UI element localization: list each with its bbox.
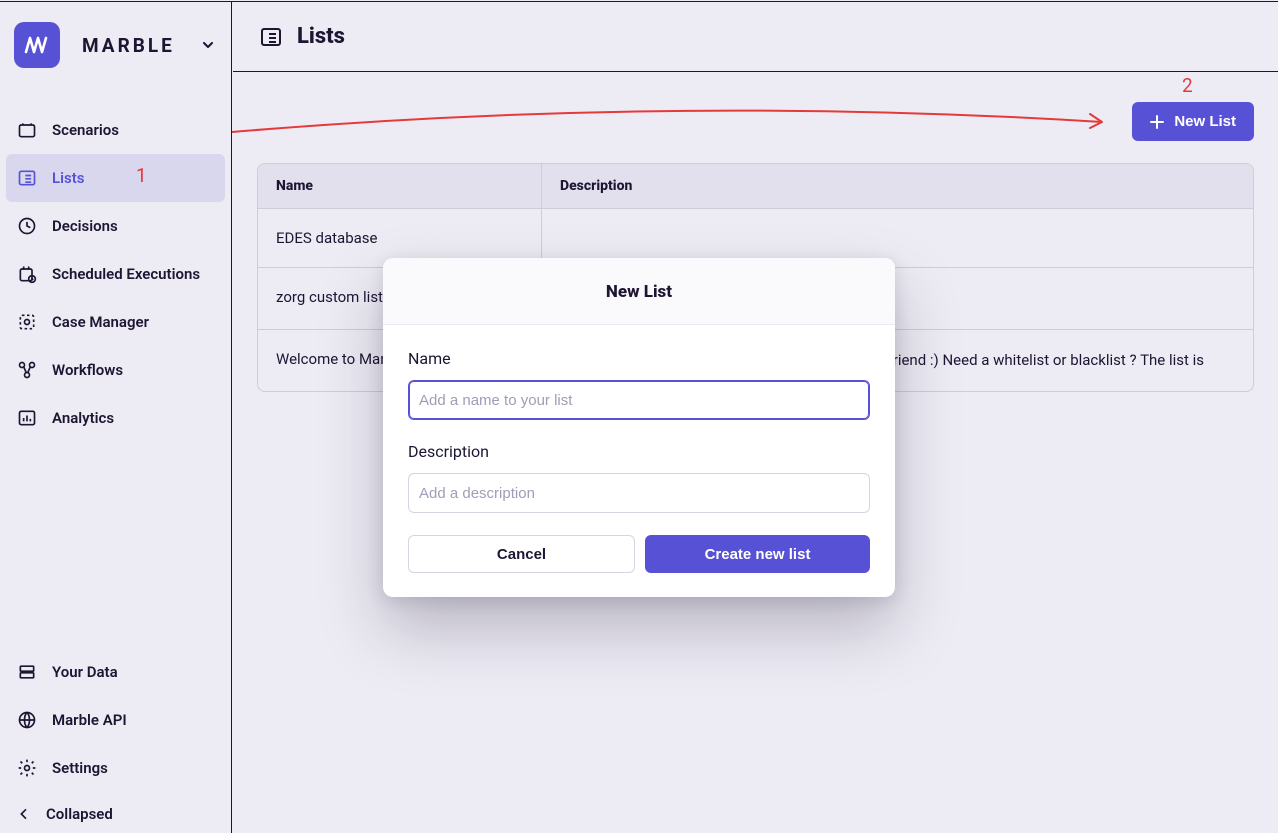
- chevron-left-icon: [16, 806, 32, 822]
- brand-block[interactable]: MARBLE: [0, 2, 231, 88]
- table-header-name: Name: [258, 164, 542, 208]
- sidebar-item-label: Lists: [52, 169, 84, 187]
- scenarios-icon: [16, 119, 38, 141]
- new-list-modal: New List Name Description Cancel Create …: [383, 258, 895, 597]
- sidebar-item-label: Scheduled Executions: [52, 265, 200, 283]
- workflows-icon: [16, 359, 38, 381]
- sidebar-item-settings[interactable]: Settings: [0, 744, 231, 792]
- sidebar-item-marble-api[interactable]: Marble API: [0, 696, 231, 744]
- brand-caret-icon[interactable]: [203, 42, 213, 49]
- name-label: Name: [408, 349, 870, 368]
- create-button-label: Create new list: [705, 546, 811, 563]
- description-label: Description: [408, 442, 870, 461]
- marble-api-icon: [16, 709, 38, 731]
- lists-icon: [16, 167, 38, 189]
- sidebar-collapse-toggle[interactable]: Collapsed: [0, 792, 231, 833]
- name-input[interactable]: [408, 380, 870, 420]
- modal-actions: Cancel Create new list: [408, 535, 870, 573]
- toolbar: New List: [257, 102, 1254, 141]
- table-header-description: Description: [542, 164, 1253, 208]
- field-description-block: Description: [408, 442, 870, 513]
- your-data-icon: [16, 661, 38, 683]
- scheduled-executions-icon: [16, 263, 38, 285]
- modal-title: New List: [383, 258, 895, 325]
- sidebar-item-label: Your Data: [52, 663, 118, 681]
- sidebar-item-label: Marble API: [52, 711, 127, 729]
- sidebar-item-label: Scenarios: [52, 121, 119, 139]
- sidebar-item-label: Decisions: [52, 217, 118, 235]
- sidebar-item-workflows[interactable]: Workflows: [0, 346, 231, 394]
- sidebar-item-label: Settings: [52, 759, 108, 777]
- case-manager-icon: [16, 311, 38, 333]
- cancel-button-label: Cancel: [497, 546, 546, 563]
- sidebar-item-analytics[interactable]: Analytics: [0, 394, 231, 442]
- field-name-block: Name: [408, 349, 870, 420]
- sidebar-item-label: Case Manager: [52, 313, 149, 331]
- lists-icon: [259, 25, 283, 49]
- collapsed-label: Collapsed: [46, 805, 113, 823]
- sidebar-item-scenarios[interactable]: Scenarios: [0, 106, 231, 154]
- plus-icon: [1150, 115, 1164, 129]
- create-new-list-button[interactable]: Create new list: [645, 535, 870, 573]
- sidebar-nav-bottom: Your Data Marble API Settings Collapsed: [0, 648, 231, 833]
- description-input[interactable]: [408, 473, 870, 513]
- sidebar: MARBLE Scenarios Lists Decisions: [0, 2, 232, 833]
- sidebar-item-scheduled-executions[interactable]: Scheduled Executions: [0, 250, 231, 298]
- decisions-icon: [16, 215, 38, 237]
- analytics-icon: [16, 407, 38, 429]
- sidebar-item-label: Workflows: [52, 361, 123, 379]
- new-list-button[interactable]: New List: [1132, 102, 1254, 141]
- sidebar-item-decisions[interactable]: Decisions: [0, 202, 231, 250]
- table-header-row: Name Description: [258, 164, 1253, 209]
- new-list-button-label: New List: [1174, 113, 1236, 130]
- sidebar-item-label: Analytics: [52, 409, 114, 427]
- sidebar-item-case-manager[interactable]: Case Manager: [0, 298, 231, 346]
- settings-icon: [16, 757, 38, 779]
- sidebar-item-lists[interactable]: Lists: [6, 154, 225, 202]
- sidebar-item-your-data[interactable]: Your Data: [0, 648, 231, 696]
- sidebar-nav-top: Scenarios Lists Decisions Scheduled Exec…: [0, 106, 231, 648]
- page-header: Lists: [233, 2, 1278, 72]
- marble-logo-icon: [23, 31, 51, 59]
- modal-body: Name Description Cancel Create new list: [383, 325, 895, 597]
- brand-logo: [14, 22, 60, 68]
- page-title: Lists: [297, 24, 345, 49]
- cancel-button[interactable]: Cancel: [408, 535, 635, 573]
- brand-name: MARBLE: [82, 34, 175, 57]
